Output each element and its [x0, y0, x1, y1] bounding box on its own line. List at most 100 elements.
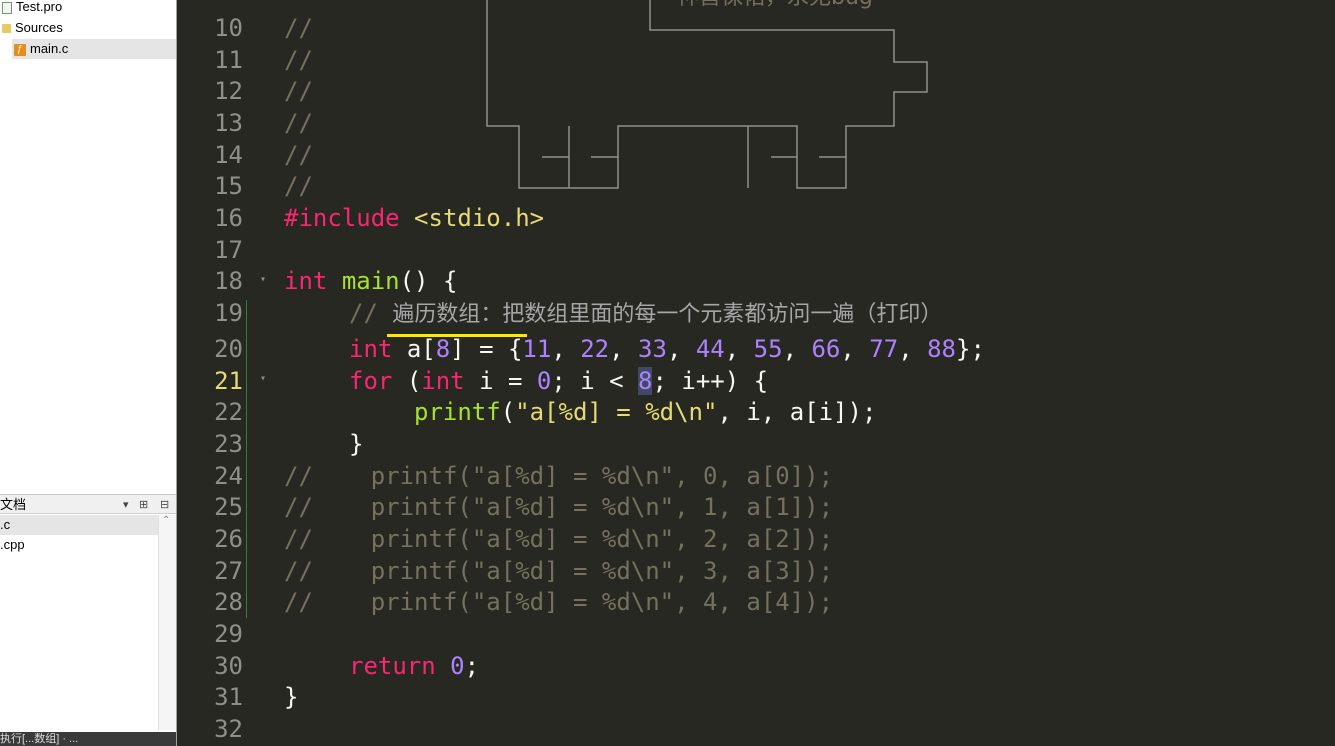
- line-number: 14: [214, 141, 243, 169]
- line-number: 27: [214, 557, 243, 585]
- line-number: 20: [214, 335, 243, 363]
- code-line-for: for (int i = 0; i < 8; i++) {: [349, 366, 768, 396]
- document-item[interactable]: .cpp: [0, 535, 158, 555]
- array-mid: ] = {: [450, 335, 523, 363]
- printf-args: , i, a[i]);: [717, 398, 877, 426]
- array-name: a[: [406, 335, 436, 363]
- array-value: 77: [869, 335, 899, 363]
- project-panel: Test.pro Sources main.c 文档 ▾ ⊞ ⊟ .c .cpp…: [0, 0, 177, 746]
- dropdown-icon[interactable]: ▾: [123, 495, 129, 515]
- line-number-gutter: 10 11 12 13 14 15 16 17 18 19 20 21 22 2…: [177, 0, 277, 746]
- for-init: 0: [536, 367, 552, 395]
- code-commented-printf: // printf("a[%d] = %d\n", 2, a[2]);: [284, 525, 834, 553]
- code-commented-printf: // printf("a[%d] = %d\n", 3, a[3]);: [284, 557, 834, 585]
- for-var: i =: [464, 367, 537, 395]
- return-value: 0: [450, 652, 465, 680]
- line-number: 28: [214, 588, 243, 616]
- code-commented-printf: // printf("a[%d] = %d\n", 4, a[4]);: [284, 588, 834, 616]
- code-comment: //: [284, 109, 313, 137]
- line-number: 19: [214, 299, 243, 327]
- open-documents-panel: 文档 ▾ ⊞ ⊟ .c .cpp ⌃: [0, 494, 176, 746]
- code-comment: //: [284, 77, 313, 105]
- printf-format: "a[%d] = %d\n": [515, 398, 718, 426]
- function-main: main: [341, 267, 400, 295]
- function-printf: printf: [414, 398, 501, 426]
- line-number: 30: [214, 652, 243, 680]
- line-number: 15: [214, 172, 243, 200]
- split-icon[interactable]: ⊞: [139, 495, 148, 515]
- fold-arrow-icon[interactable]: ▾: [260, 274, 266, 285]
- code-line-include: #include <stdio.h>: [284, 203, 544, 233]
- array-value: 66: [811, 335, 841, 363]
- return-semicolon: ;: [464, 652, 480, 680]
- close-panel-icon[interactable]: ⊟: [160, 495, 169, 515]
- array-size: 8: [435, 335, 451, 363]
- code-commented-printf: // printf("a[%d] = %d\n", 0, a[0]);: [284, 462, 834, 490]
- line-number: 13: [214, 109, 243, 137]
- documents-header: 文档 ▾ ⊞ ⊟: [0, 494, 176, 514]
- code-editor[interactable]: 10 11 12 13 14 15 16 17 18 19 20 21 22 2…: [177, 0, 1335, 746]
- code-commented-printf: // printf("a[%d] = %d\n", 1, a[1]);: [284, 493, 834, 521]
- sources-folder-label: Sources: [15, 20, 63, 35]
- project-file-label: Test.pro: [16, 0, 63, 14]
- main-tail: () {: [399, 267, 458, 295]
- code-comment: //: [284, 46, 313, 74]
- line-number: 24: [214, 462, 243, 490]
- code-line-main: int main() {: [284, 266, 457, 296]
- document-item[interactable]: .c: [0, 515, 158, 535]
- code-line-array: int a[8] = {11, 22, 33, 44, 55, 66, 77, …: [349, 335, 985, 363]
- c-source-file-icon: [14, 40, 26, 60]
- include-directive: #include: [284, 204, 400, 232]
- tree-item-main-c[interactable]: main.c: [12, 39, 176, 60]
- array-end: };: [956, 335, 985, 363]
- change-marker: [246, 300, 247, 618]
- include-header: <stdio.h>: [414, 204, 545, 232]
- array-value: 88: [927, 335, 957, 363]
- keyword-int: int: [284, 267, 328, 295]
- main-c-label: main.c: [30, 41, 69, 56]
- line-number: 12: [214, 77, 243, 105]
- ascii-art-caption: 神兽保佑，永无bug: [677, 0, 873, 10]
- tree-item-sources[interactable]: Sources: [2, 18, 63, 38]
- array-value: 55: [753, 335, 783, 363]
- printf-open: (: [500, 398, 516, 426]
- line-number: 17: [214, 236, 243, 264]
- line-number: 18: [214, 267, 243, 295]
- fold-arrow-icon[interactable]: ▾: [260, 373, 266, 384]
- folder-icon: [2, 24, 11, 34]
- project-file-icon: [2, 1, 12, 14]
- tree-item-project[interactable]: Test.pro: [2, 0, 62, 17]
- code-line-return: return 0;: [349, 651, 479, 681]
- array-value: 22: [580, 335, 610, 363]
- line-number: 32: [214, 715, 243, 743]
- code-line-comment-cn: // 遍历数组：把数组里面的每一个元素都访问一遍（打印）: [349, 298, 942, 330]
- keyword-int: int: [349, 335, 393, 363]
- line-number: 26: [214, 525, 243, 553]
- keyword-return: return: [349, 652, 436, 680]
- keyword-int: int: [421, 367, 465, 395]
- line-number: 29: [214, 620, 243, 648]
- line-number: 31: [214, 683, 243, 711]
- line-number: 10: [214, 14, 243, 42]
- array-value: 33: [638, 335, 667, 363]
- line-number: 23: [214, 430, 243, 458]
- code-comment: //: [284, 141, 313, 169]
- for-cond: ; i <: [551, 367, 639, 395]
- current-line-number: 21: [214, 367, 243, 395]
- comment-prefix: //: [349, 299, 393, 327]
- documents-list: .c .cpp: [0, 515, 158, 555]
- code-close-brace: }: [349, 430, 364, 458]
- scroll-up-icon[interactable]: ⌃: [162, 515, 170, 526]
- ascii-art-drawing: 神兽保佑，永无bug: [486, 0, 928, 189]
- documents-scrollbar[interactable]: ⌃: [158, 515, 176, 730]
- keyword-for: for: [349, 367, 393, 395]
- comment-chinese: 遍历数组：把数组里面的每一个元素都访问一遍（打印）: [392, 302, 943, 327]
- array-value: 44: [695, 335, 725, 363]
- code-comment: //: [284, 172, 313, 200]
- for-open: (: [406, 367, 422, 395]
- line-number: 16: [214, 204, 243, 232]
- for-tail: ; i++) {: [652, 367, 769, 395]
- line-number: 22: [214, 398, 243, 426]
- line-number: 11: [214, 46, 243, 74]
- array-value: 11: [522, 335, 552, 363]
